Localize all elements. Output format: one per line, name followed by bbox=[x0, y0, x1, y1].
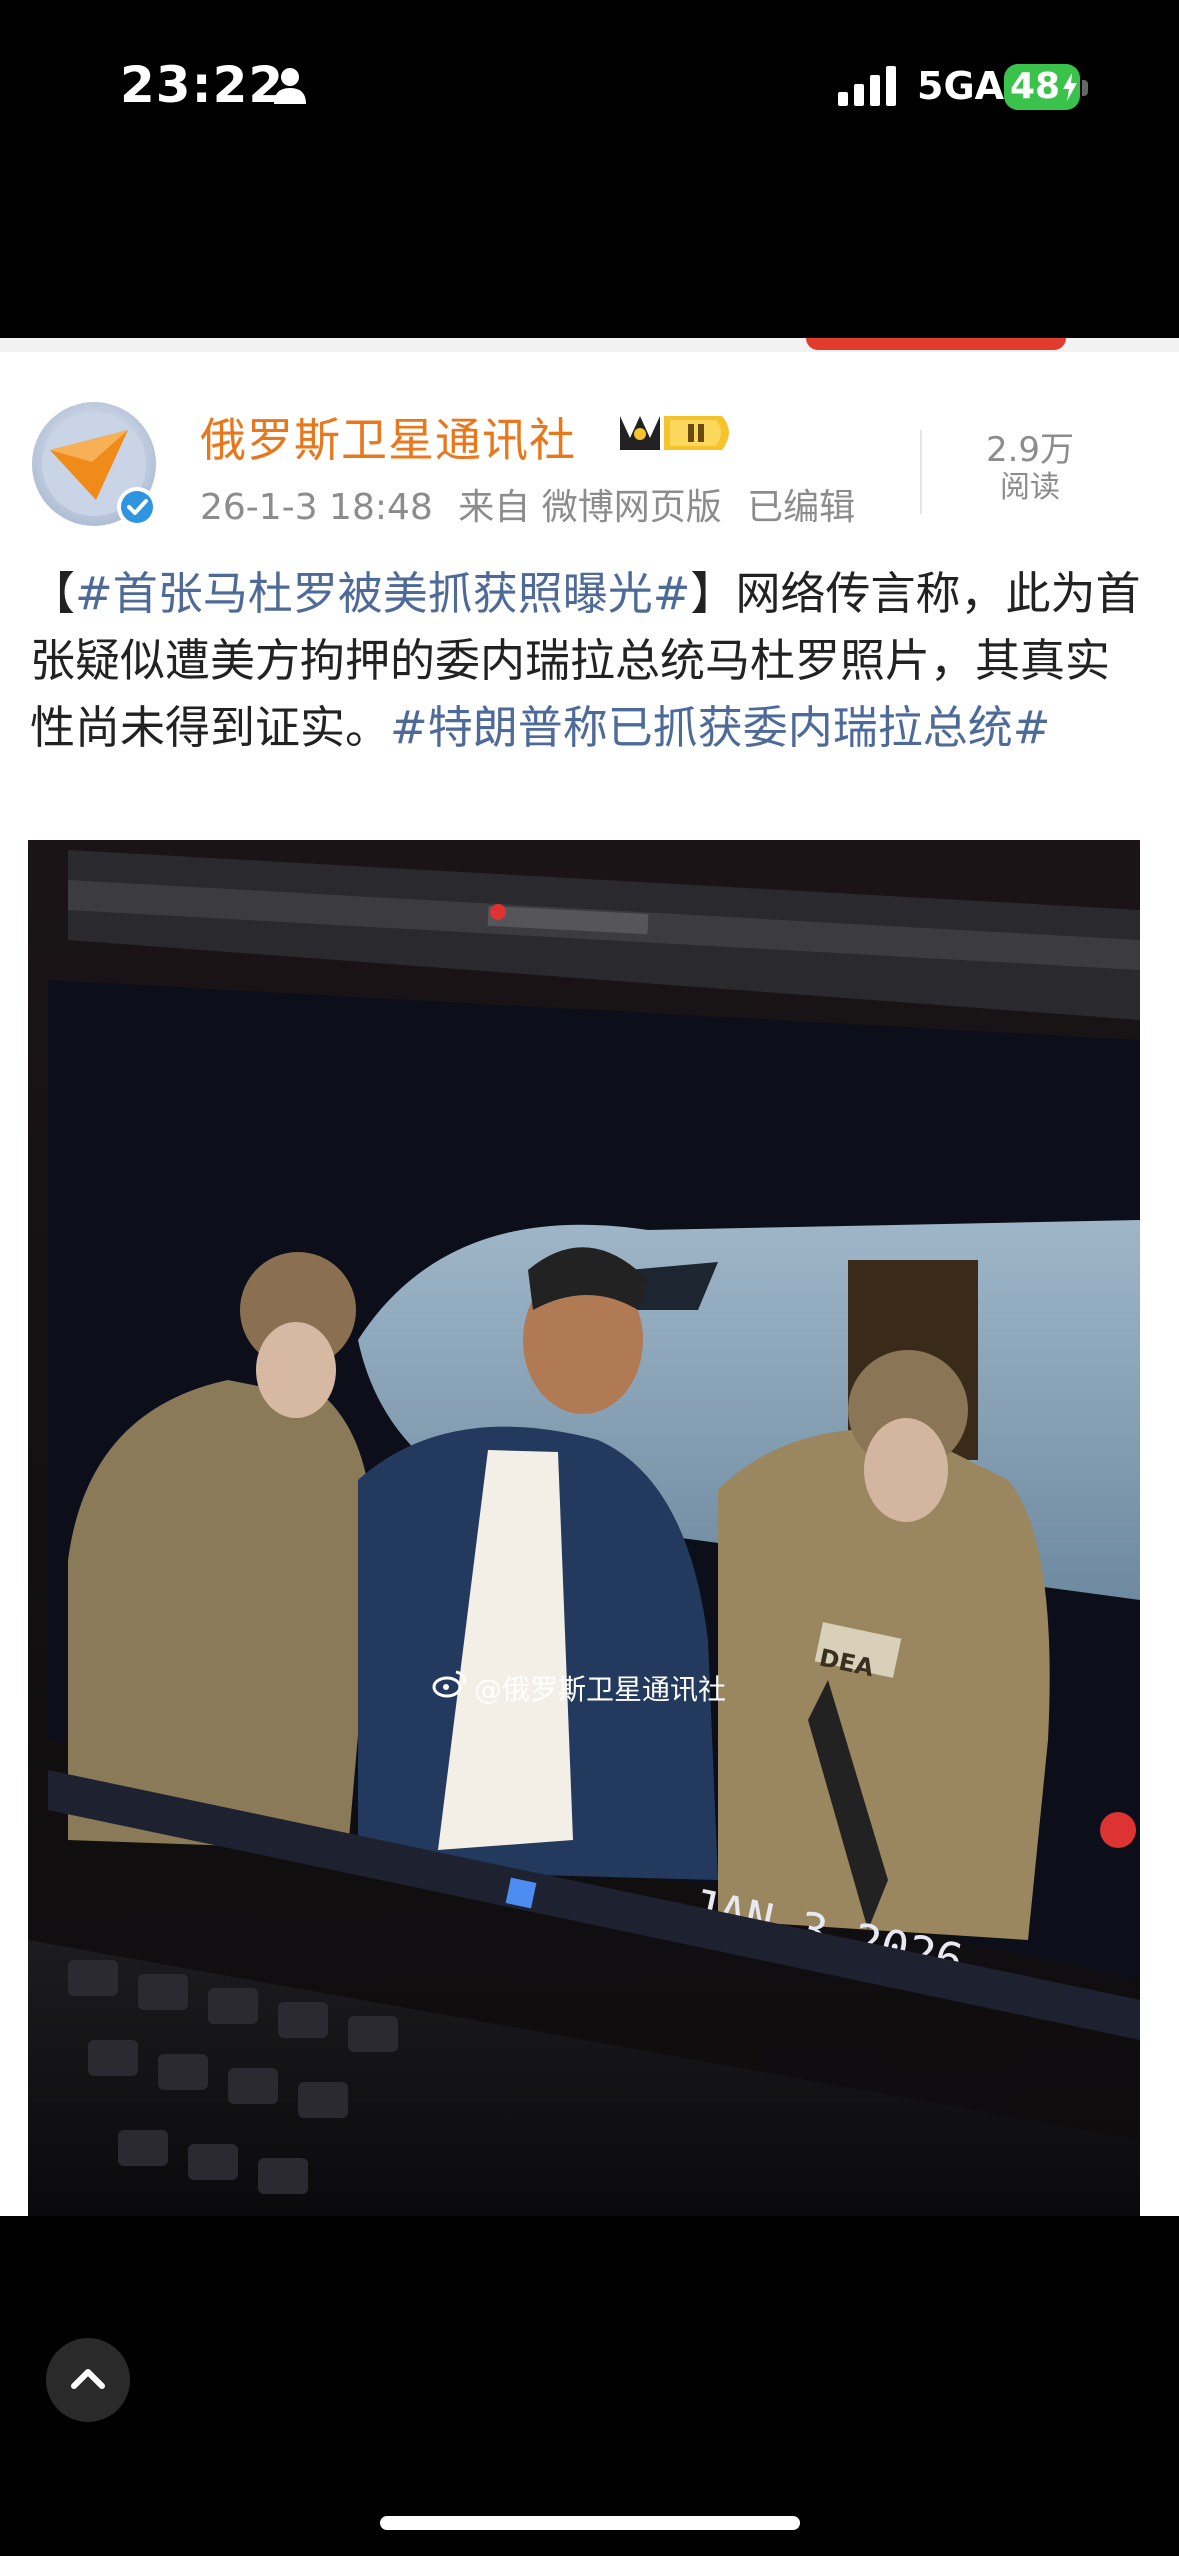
network-type: 5GA bbox=[917, 64, 1005, 108]
weibo-logo-icon bbox=[432, 1670, 466, 1698]
author-name[interactable]: 俄罗斯卫星通讯社 bbox=[200, 404, 576, 470]
home-indicator[interactable] bbox=[380, 2516, 800, 2530]
bracket-close: 】 bbox=[690, 567, 736, 620]
watermark: @俄罗斯卫星通讯社 bbox=[474, 1673, 727, 1706]
chevron-up-icon bbox=[71, 2369, 105, 2389]
signal-icon bbox=[838, 66, 896, 106]
post-source[interactable]: 来自 微博网页版 bbox=[458, 487, 721, 528]
charging-bolt-icon bbox=[1063, 73, 1077, 101]
verified-badge-icon bbox=[117, 487, 157, 527]
hashtag-link[interactable]: #首张马杜罗被美抓获照曝光# bbox=[75, 567, 690, 620]
member-crown-icon[interactable] bbox=[612, 408, 738, 456]
hashtag-link[interactable]: #特朗普称已抓获委内瑞拉总统# bbox=[390, 701, 1050, 754]
edited-label[interactable]: 已编辑 bbox=[747, 487, 855, 528]
status-bar: 23:22 5GA 48 bbox=[0, 0, 1179, 170]
post-photo[interactable]: JAN 3 2026 DEA bbox=[28, 840, 1140, 2216]
post-meta: 26-1-3 18:48 来自 微博网页版 已编辑 bbox=[200, 478, 869, 530]
divider bbox=[920, 430, 922, 514]
person-icon bbox=[274, 68, 306, 104]
battery-icon: 48 bbox=[1004, 64, 1080, 110]
top-red-accent bbox=[806, 338, 1066, 350]
battery-level: 48 bbox=[1010, 66, 1061, 107]
scroll-top-button[interactable] bbox=[46, 2338, 130, 2422]
post-card[interactable]: 俄罗斯卫星通讯社 26-1-3 18:48 来自 微博网页版 已编辑 2.9万 … bbox=[0, 338, 1179, 2216]
post-body: 【#首张马杜罗被美抓获照曝光#】网络传言称，此为首张疑似遭美方拘押的委内瑞拉总统… bbox=[30, 560, 1154, 761]
battery-cap bbox=[1082, 80, 1088, 96]
reads-label: 阅读 bbox=[1000, 470, 1060, 505]
bracket-open: 【 bbox=[30, 567, 76, 620]
post-date: 26-1-3 18:48 bbox=[200, 487, 433, 528]
clock: 23:22 bbox=[120, 56, 285, 114]
